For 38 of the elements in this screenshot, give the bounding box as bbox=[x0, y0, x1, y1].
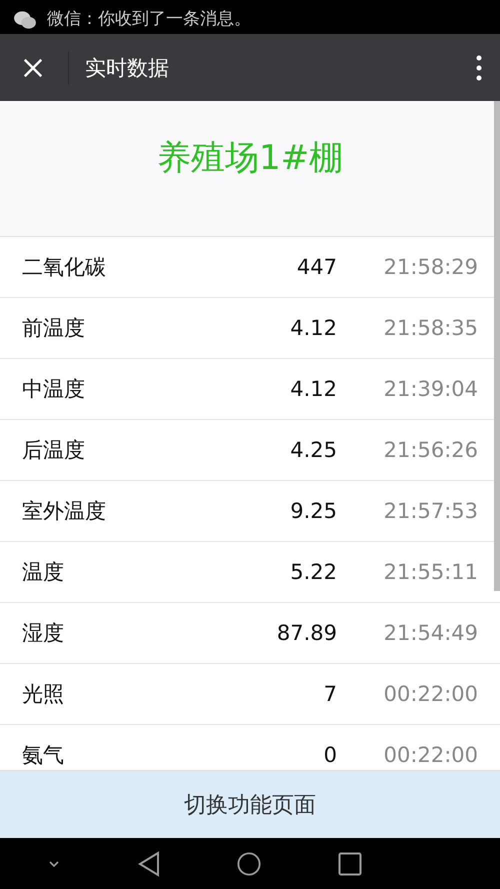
reading-name: 湿度 bbox=[22, 620, 65, 647]
recents-icon[interactable] bbox=[338, 850, 362, 876]
reading-time: 21:57:53 bbox=[382, 499, 478, 523]
notification-text: 微信：你收到了一条消息。 bbox=[47, 8, 251, 30]
reading-time: 21:54:49 bbox=[382, 621, 478, 645]
reading-time: 00:22:00 bbox=[382, 682, 478, 706]
home-icon[interactable] bbox=[237, 850, 262, 876]
reading-time: 21:56:26 bbox=[382, 438, 478, 462]
reading-time: 21:55:11 bbox=[382, 560, 478, 584]
farm-title: 养殖场1#棚 bbox=[156, 137, 344, 179]
reading-value: 4.12 bbox=[289, 316, 337, 340]
page-title: 实时数据 bbox=[85, 54, 170, 82]
close-icon[interactable] bbox=[22, 56, 44, 78]
reading-value: 9.25 bbox=[289, 499, 337, 523]
reading-name: 后温度 bbox=[22, 437, 86, 464]
reading-time: 21:58:35 bbox=[382, 316, 478, 340]
reading-value: 7 bbox=[322, 682, 337, 706]
reading-name: 氨气 bbox=[22, 742, 65, 769]
reading-name: 二氧化碳 bbox=[22, 254, 107, 281]
reading-name: 温度 bbox=[22, 559, 65, 586]
reading-name: 室外温度 bbox=[22, 498, 107, 525]
switch-page-button[interactable]: 切换功能页面 bbox=[0, 770, 500, 838]
reading-time: 21:39:04 bbox=[382, 377, 478, 401]
reading-value: 447 bbox=[296, 255, 337, 279]
reading-value: 4.25 bbox=[289, 438, 337, 462]
reading-name: 中温度 bbox=[22, 376, 86, 403]
chevron-down-icon[interactable] bbox=[48, 860, 60, 868]
back-icon[interactable] bbox=[136, 850, 161, 876]
reading-value: 87.89 bbox=[276, 621, 337, 645]
reading-value: 0 bbox=[322, 743, 337, 767]
reading-value: 4.12 bbox=[289, 377, 337, 401]
reading-name: 光照 bbox=[22, 681, 65, 708]
reading-name: 前温度 bbox=[22, 315, 86, 342]
reading-time: 00:22:00 bbox=[382, 743, 478, 767]
reading-time: 21:58:29 bbox=[382, 255, 478, 279]
more-icon[interactable] bbox=[476, 54, 482, 80]
reading-value: 5.22 bbox=[289, 560, 337, 584]
chat-bubbles-icon bbox=[13, 10, 37, 30]
